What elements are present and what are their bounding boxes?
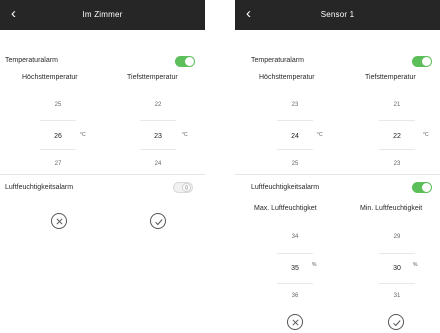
max-humidity-label: Max. Luftfeuchtigket	[254, 205, 317, 212]
min-temperature-label: Tiefsttemperatur	[365, 74, 416, 81]
cancel-icon[interactable]	[51, 213, 67, 229]
picker-next-value: 27	[54, 161, 62, 167]
picker-prev-value: 21	[393, 102, 401, 108]
picker-selected-value: 24	[291, 133, 299, 140]
temperature-unit: °C	[423, 132, 429, 138]
picker-divider	[379, 253, 415, 254]
toggle-knob	[185, 57, 194, 66]
section-divider	[235, 174, 440, 175]
picker-divider	[277, 149, 313, 150]
picker-selected-value: 23	[154, 133, 162, 140]
temperature-unit: °C	[80, 132, 86, 138]
picker-next-value: 31	[393, 293, 401, 299]
toggle-knob	[422, 57, 431, 66]
min-humidity-picker[interactable]: 29 30 31	[377, 225, 417, 305]
max-temperature-label: Höchsttemperatur	[259, 74, 315, 81]
picker-prev-value: 25	[54, 102, 62, 108]
humidity-alarm-toggle[interactable]	[173, 182, 193, 193]
temperature-alarm-label: Temperaturalarm	[251, 57, 304, 64]
max-temperature-picker[interactable]: 25 26 27	[38, 95, 78, 170]
picker-divider	[40, 149, 76, 150]
picker-prev-value: 29	[393, 234, 401, 240]
picker-next-value: 23	[393, 161, 401, 167]
check-icon[interactable]	[150, 213, 166, 229]
picker-selected-value: 22	[393, 133, 401, 140]
picker-selected-value: 35	[291, 265, 299, 272]
picker-next-value: 25	[291, 161, 299, 167]
page-title: Im Zimmer	[82, 10, 123, 19]
picker-prev-value: 22	[154, 102, 162, 108]
temperature-alarm-label: Temperaturalarm	[5, 57, 58, 64]
max-humidity-picker[interactable]: 34 35 36	[275, 225, 315, 305]
picker-divider	[140, 149, 176, 150]
picker-divider	[379, 283, 415, 284]
picker-next-value: 36	[291, 293, 299, 299]
min-temperature-picker[interactable]: 21 22 23	[377, 95, 417, 170]
check-icon[interactable]	[388, 314, 404, 330]
humidity-unit: %	[413, 262, 418, 268]
picker-divider	[277, 283, 313, 284]
picker-selected-value: 30	[393, 265, 401, 272]
min-temperature-picker[interactable]: 22 23 24	[138, 95, 178, 170]
panel-im-zimmer: ‹ Im Zimmer Temperaturalarm Höchsttemper…	[0, 0, 205, 333]
cancel-icon[interactable]	[287, 314, 303, 330]
picker-prev-value: 23	[291, 102, 299, 108]
section-divider	[0, 174, 205, 175]
picker-divider	[40, 120, 76, 121]
max-temperature-label: Höchsttemperatur	[22, 74, 78, 81]
humidity-alarm-label: Luftfeuchtigkeitsalarm	[5, 184, 74, 191]
toggle-knob	[182, 183, 191, 192]
picker-prev-value: 34	[291, 234, 299, 240]
temperature-unit: °C	[317, 132, 323, 138]
min-humidity-label: Min. Luftfeuchtigkeit	[360, 205, 423, 212]
picker-divider	[379, 120, 415, 121]
humidity-unit: %	[312, 262, 317, 268]
humidity-alarm-label: Luftfeuchtigkeitsalarm	[251, 184, 320, 191]
page-title: Sensor 1	[320, 10, 355, 19]
temperature-unit: °C	[182, 132, 188, 138]
max-temperature-picker[interactable]: 23 24 25	[275, 95, 315, 170]
temperature-alarm-toggle[interactable]	[412, 56, 432, 67]
picker-divider	[277, 253, 313, 254]
picker-divider	[277, 120, 313, 121]
picker-divider	[140, 120, 176, 121]
temperature-alarm-toggle[interactable]	[175, 56, 195, 67]
picker-selected-value: 26	[54, 133, 62, 140]
header-bar: ‹ Im Zimmer	[0, 0, 205, 30]
picker-divider	[379, 149, 415, 150]
humidity-alarm-toggle[interactable]	[412, 182, 432, 193]
min-temperature-label: Tiefsttemperatur	[127, 74, 178, 81]
toggle-knob	[422, 183, 431, 192]
header-bar: ‹ Sensor 1	[235, 0, 440, 30]
panel-sensor-1: ‹ Sensor 1 Temperaturalarm Höchsttempera…	[235, 0, 440, 333]
picker-next-value: 24	[154, 161, 162, 167]
